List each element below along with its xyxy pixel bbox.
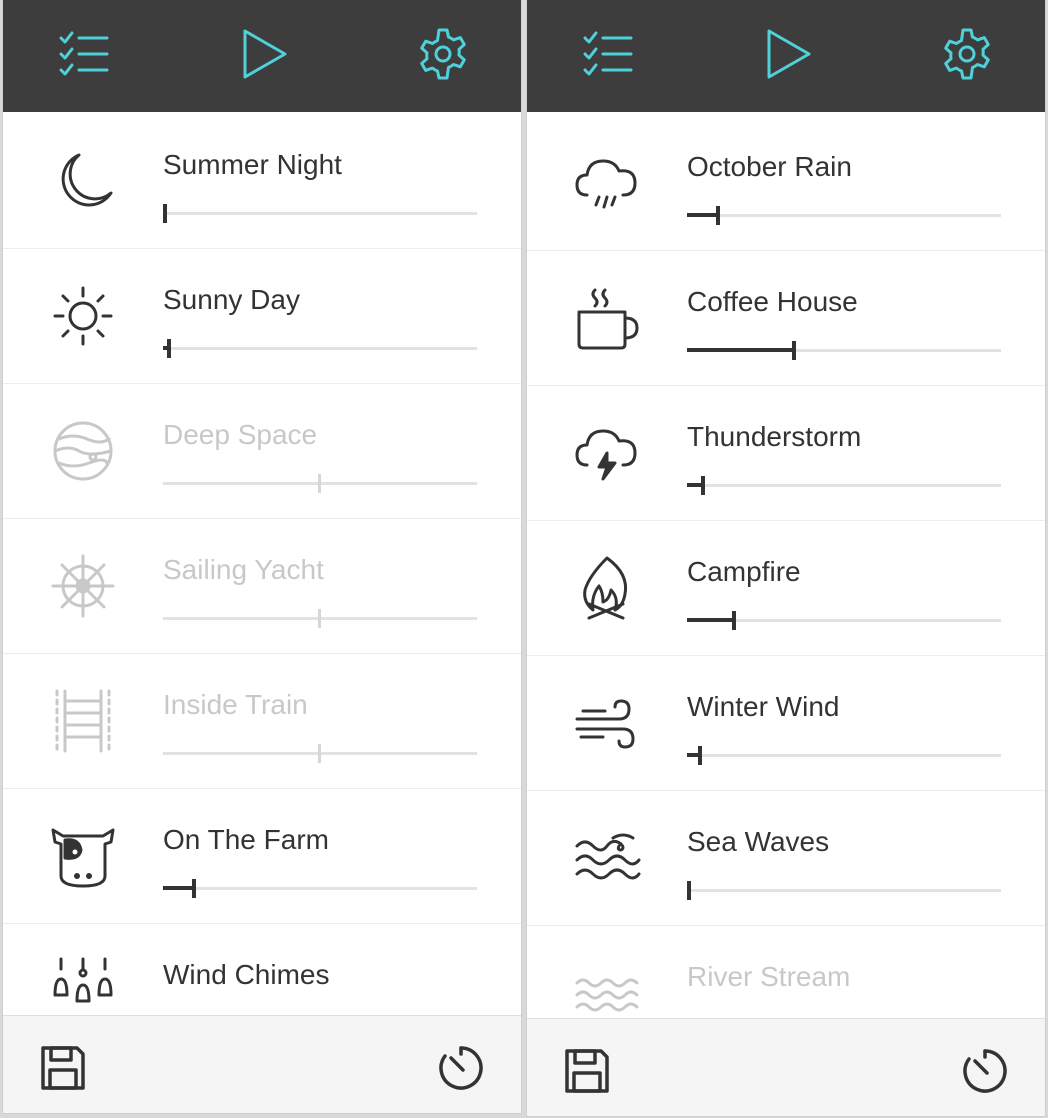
sun-icon bbox=[53, 286, 113, 346]
slider-track[interactable] bbox=[687, 214, 1001, 217]
stream-icon bbox=[575, 978, 639, 1012]
slider-fill bbox=[687, 618, 734, 622]
sound-label: River Stream bbox=[687, 961, 851, 992]
slider-handle[interactable] bbox=[318, 744, 321, 763]
footer-bar bbox=[3, 1015, 521, 1113]
slider-handle[interactable] bbox=[698, 746, 702, 765]
sound-row-inside-train[interactable]: Inside Train bbox=[3, 654, 521, 789]
volume-slider[interactable] bbox=[687, 881, 1001, 901]
rail-track-icon bbox=[55, 689, 111, 753]
slider-handle[interactable] bbox=[163, 204, 167, 223]
slider-track[interactable] bbox=[163, 347, 477, 350]
checklist-icon[interactable] bbox=[579, 26, 635, 82]
wind-icon bbox=[575, 699, 635, 749]
slider-handle[interactable] bbox=[318, 474, 321, 493]
slider-fill bbox=[687, 213, 718, 217]
sound-list: Summer Night Sunny Day Deep Space Sailin… bbox=[3, 114, 521, 1059]
sound-label: Deep Space bbox=[163, 419, 318, 450]
timer-icon[interactable] bbox=[961, 1047, 1009, 1095]
sound-label: Campfire bbox=[687, 556, 801, 587]
sound-row-summer-night[interactable]: Summer Night bbox=[3, 114, 521, 249]
planet-icon bbox=[53, 421, 113, 481]
slider-track[interactable] bbox=[687, 484, 1001, 487]
toolbar bbox=[3, 0, 521, 112]
slider-handle[interactable] bbox=[701, 476, 705, 495]
sound-row-sailing-yacht[interactable]: Sailing Yacht bbox=[3, 519, 521, 654]
volume-slider[interactable] bbox=[163, 879, 477, 899]
sound-label: Sailing Yacht bbox=[163, 554, 324, 585]
sound-row-winter-wind[interactable]: Winter Wind bbox=[527, 656, 1045, 791]
sound-row-sunny-day[interactable]: Sunny Day bbox=[3, 249, 521, 384]
slider-track[interactable] bbox=[163, 212, 477, 215]
play-icon[interactable] bbox=[759, 26, 815, 82]
slider-handle[interactable] bbox=[167, 339, 171, 358]
slider-handle[interactable] bbox=[318, 609, 321, 628]
sound-label: Thunderstorm bbox=[687, 421, 862, 452]
sound-row-sea-waves[interactable]: Sea Waves bbox=[527, 791, 1045, 926]
gear-icon[interactable] bbox=[939, 26, 995, 82]
sound-row-october-rain[interactable]: October Rain bbox=[527, 116, 1045, 251]
volume-slider[interactable] bbox=[687, 341, 1001, 361]
sound-label: Sunny Day bbox=[163, 284, 300, 315]
slider-handle[interactable] bbox=[687, 881, 691, 900]
slider-handle[interactable] bbox=[716, 206, 720, 225]
slider-fill bbox=[687, 348, 794, 352]
play-icon[interactable] bbox=[235, 26, 291, 82]
ship-wheel-icon bbox=[51, 554, 115, 618]
volume-slider[interactable] bbox=[163, 204, 477, 224]
footer-bar bbox=[527, 1018, 1045, 1116]
volume-slider[interactable] bbox=[163, 744, 477, 764]
volume-slider[interactable] bbox=[687, 206, 1001, 226]
campfire-icon bbox=[583, 556, 628, 620]
slider-handle[interactable] bbox=[792, 341, 796, 360]
toolbar bbox=[527, 0, 1045, 112]
sound-row-deep-space[interactable]: Deep Space bbox=[3, 384, 521, 519]
volume-slider[interactable] bbox=[687, 746, 1001, 766]
sound-label: Sea Waves bbox=[687, 826, 830, 857]
save-icon[interactable] bbox=[39, 1044, 87, 1092]
volume-slider[interactable] bbox=[163, 339, 477, 359]
volume-slider[interactable] bbox=[687, 476, 1001, 496]
sound-label: Wind Chimes bbox=[163, 959, 330, 990]
save-icon[interactable] bbox=[563, 1047, 611, 1095]
cow-icon bbox=[51, 828, 115, 888]
slider-handle[interactable] bbox=[732, 611, 736, 630]
gear-icon[interactable] bbox=[415, 26, 471, 82]
volume-slider[interactable] bbox=[687, 611, 1001, 631]
coffee-cup-icon bbox=[577, 288, 639, 350]
timer-icon[interactable] bbox=[437, 1044, 485, 1092]
volume-slider[interactable] bbox=[163, 609, 477, 629]
sound-label: Inside Train bbox=[163, 689, 308, 720]
slider-track[interactable] bbox=[687, 889, 1001, 892]
sounds-panel-left: Summer Night Sunny Day Deep Space Sailin… bbox=[2, 0, 522, 1114]
sounds-panel-right: October Rain Coffee House Thunderstorm C… bbox=[526, 0, 1046, 1117]
sound-list: October Rain Coffee House Thunderstorm C… bbox=[527, 116, 1045, 1061]
sound-row-campfire[interactable]: Campfire bbox=[527, 521, 1045, 656]
sound-row-coffee-house[interactable]: Coffee House bbox=[527, 251, 1045, 386]
sound-label: Coffee House bbox=[687, 286, 858, 317]
volume-slider[interactable] bbox=[163, 474, 477, 494]
sound-label: October Rain bbox=[687, 151, 852, 182]
slider-handle[interactable] bbox=[192, 879, 196, 898]
sound-label: Winter Wind bbox=[687, 691, 840, 722]
slider-track[interactable] bbox=[687, 754, 1001, 757]
sound-label: On The Farm bbox=[163, 824, 329, 855]
thunder-cloud-icon bbox=[575, 429, 637, 481]
rain-cloud-icon bbox=[575, 159, 637, 209]
moon-icon bbox=[61, 153, 113, 207]
sound-label: Summer Night bbox=[163, 149, 342, 180]
slider-fill bbox=[163, 886, 194, 890]
checklist-icon[interactable] bbox=[55, 26, 111, 82]
waves-icon bbox=[575, 833, 641, 880]
slider-track[interactable] bbox=[163, 887, 477, 890]
sound-row-thunderstorm[interactable]: Thunderstorm bbox=[527, 386, 1045, 521]
sound-row-on-the-farm[interactable]: On The Farm bbox=[3, 789, 521, 924]
